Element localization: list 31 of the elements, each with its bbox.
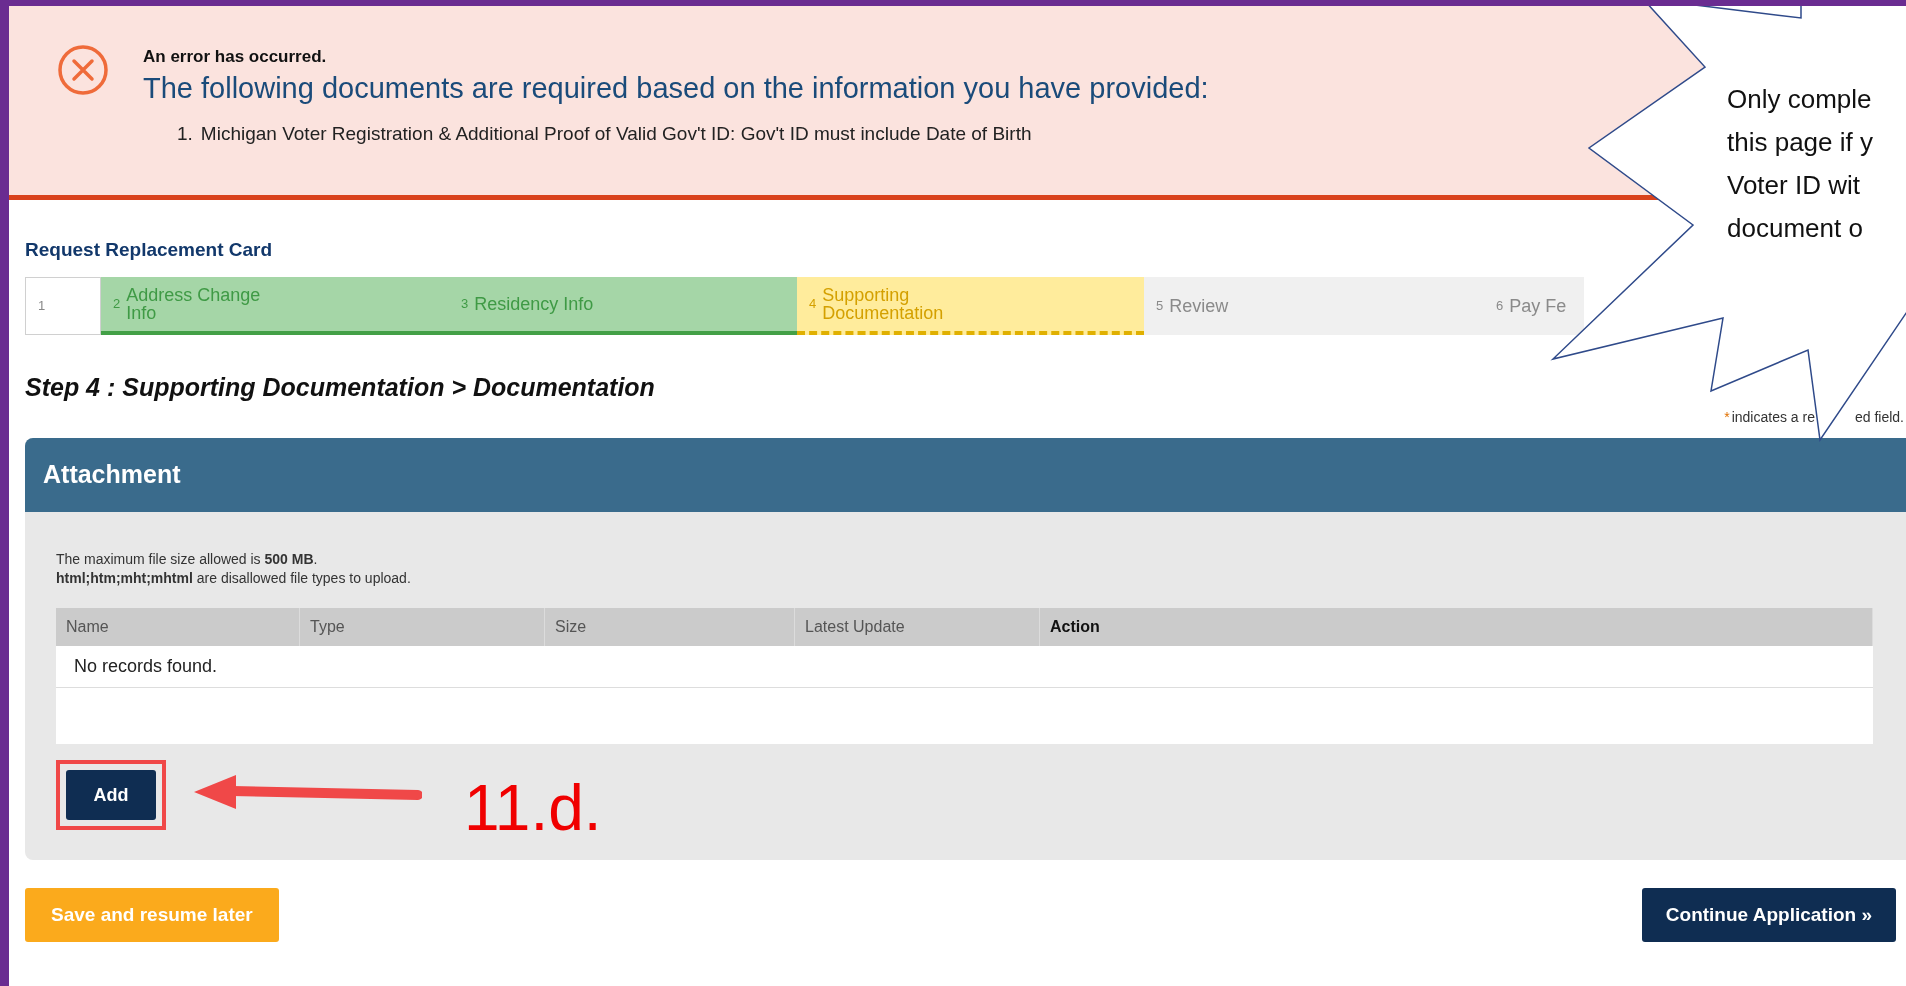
step-tab[interactable]: 3 Residency Info: [449, 276, 797, 335]
column-header: Latest Update: [805, 617, 905, 637]
callout-text: this page if y: [1727, 126, 1873, 159]
step-tab[interactable]: 5 Review: [1144, 276, 1484, 335]
column-header: Name: [66, 617, 109, 637]
list-number: 1.: [177, 121, 193, 146]
error-icon: [57, 44, 109, 96]
callout-text: Only comple: [1727, 83, 1873, 116]
required-document-text: Michigan Voter Registration & Additional Proof of Valid Gov't ID: Gov't ID must include Date of Birth: [200, 121, 1032, 146]
step-tab[interactable]: 1: [25, 276, 101, 335]
save-button[interactable]: Save and resume later: [25, 888, 279, 942]
column-header: Action: [1050, 617, 1100, 637]
empty-message: No records found.: [74, 655, 218, 678]
annotation-label: 11.d.: [464, 776, 602, 840]
callout-text: Voter ID wit: [1727, 169, 1861, 202]
continue-button[interactable]: Continue Application »: [1641, 888, 1896, 942]
column-header: Size: [555, 617, 587, 637]
callout-text: document o: [1727, 212, 1864, 245]
column-header: Type: [310, 617, 345, 637]
upload-note: The maximum file size allowed is 500 MB.: [56, 550, 319, 569]
required-mark: *: [1724, 407, 1730, 427]
required-note: indicates a re: [1731, 407, 1815, 427]
required-note: ed field.: [1854, 407, 1904, 427]
upload-note: html;htm;mht;mhtml are disallowed file types to upload.: [56, 569, 412, 588]
panel-title: Attachment: [43, 459, 181, 491]
step-tab[interactable]: 6 Pay Fe: [1484, 276, 1584, 335]
form-title: Request Replacement Card: [25, 238, 274, 262]
error-headline: The following documents are required based on the information you have provided:: [143, 70, 1209, 106]
step-heading: Step 4 : Supporting Documentation > Documentation: [25, 371, 656, 403]
add-button[interactable]: Add: [66, 770, 156, 820]
error-title: An error has occurred.: [143, 46, 328, 68]
